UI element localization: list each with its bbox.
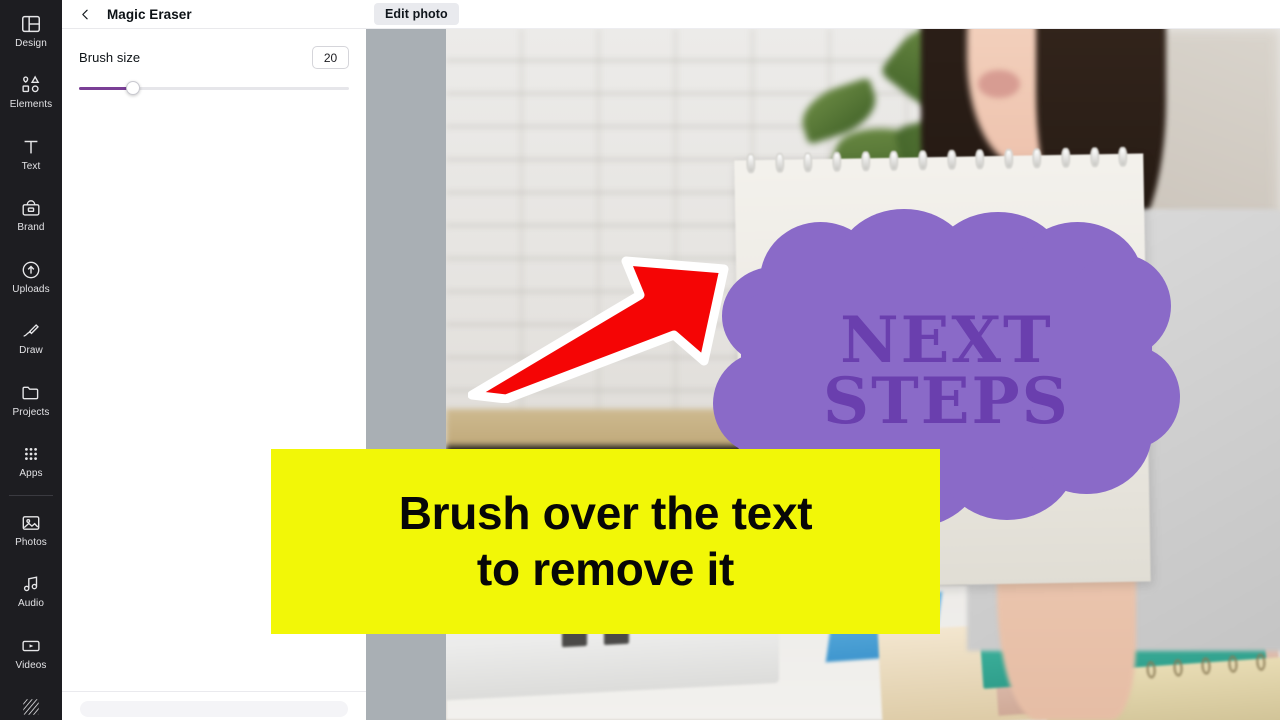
sidebar-item-videos[interactable]: Videos — [0, 622, 62, 684]
sidebar-label: Projects — [12, 406, 50, 418]
sidebar-label: Audio — [17, 598, 45, 610]
sidebar-label: Design — [15, 37, 47, 49]
apps-icon — [20, 443, 42, 465]
slider-thumb[interactable] — [126, 81, 140, 95]
panel-footer-divider — [62, 691, 366, 692]
instruction-caption: Brush over the text to remove it — [271, 449, 940, 634]
sidebar-item-background[interactable]: Background — [0, 684, 62, 720]
panel-header: Magic Eraser — [62, 0, 366, 29]
caption-line-1: Brush over the text — [398, 486, 813, 539]
caption-line-2: to remove it — [476, 542, 735, 595]
brand-icon — [20, 197, 42, 219]
text-icon — [20, 136, 42, 158]
rail-divider — [9, 495, 53, 496]
sidebar-label: Text — [21, 160, 41, 172]
sidebar-item-photos[interactable]: Photos — [0, 499, 62, 561]
sidebar-item-brand[interactable]: Brand — [0, 185, 62, 247]
chevron-left-icon[interactable] — [77, 6, 93, 22]
projects-icon — [20, 382, 42, 404]
elements-icon — [20, 74, 42, 96]
red-arrow-annotation — [468, 256, 729, 403]
brush-size-slider[interactable] — [79, 81, 349, 95]
panel-footer-pill[interactable] — [80, 701, 348, 717]
sidebar-item-text[interactable]: Text — [0, 123, 62, 185]
canvas-toolbar: Edit photo — [366, 0, 1280, 29]
sidebar-label: Draw — [19, 345, 43, 357]
sidebar-label: Photos — [15, 536, 47, 548]
design-icon — [20, 13, 42, 35]
brush-size-input[interactable]: 20 — [312, 46, 349, 69]
sidebar-label: Apps — [19, 468, 43, 480]
canva-editor-window: Design Elements Text Brand Uploads Draw … — [0, 0, 1280, 720]
audio-icon — [20, 573, 42, 595]
slider-fill — [79, 87, 133, 90]
sidebar-item-draw[interactable]: Draw — [0, 308, 62, 370]
draw-icon — [20, 320, 42, 342]
sidebar-item-uploads[interactable]: Uploads — [0, 246, 62, 308]
sidebar-item-elements[interactable]: Elements — [0, 62, 62, 124]
brush-size-row: Brush size 20 — [79, 46, 349, 69]
sidebar-item-audio[interactable]: Audio — [0, 561, 62, 623]
brush-size-label: Brush size — [79, 50, 141, 65]
photos-icon — [20, 512, 42, 534]
uploads-icon — [20, 259, 42, 281]
edit-photo-button[interactable]: Edit photo — [374, 3, 459, 25]
sidebar-label: Brand — [17, 222, 45, 234]
background-icon — [20, 696, 42, 718]
sidebar-item-apps[interactable]: Apps — [0, 431, 62, 493]
sidebar-label: Videos — [15, 659, 47, 671]
sidebar-item-projects[interactable]: Projects — [0, 369, 62, 431]
sidebar-item-design[interactable]: Design — [0, 0, 62, 62]
panel-title: Magic Eraser — [107, 6, 192, 22]
left-icon-rail: Design Elements Text Brand Uploads Draw … — [0, 0, 62, 720]
sidebar-label: Uploads — [12, 283, 50, 295]
sidebar-label: Elements — [9, 99, 53, 111]
videos-icon — [20, 635, 42, 657]
